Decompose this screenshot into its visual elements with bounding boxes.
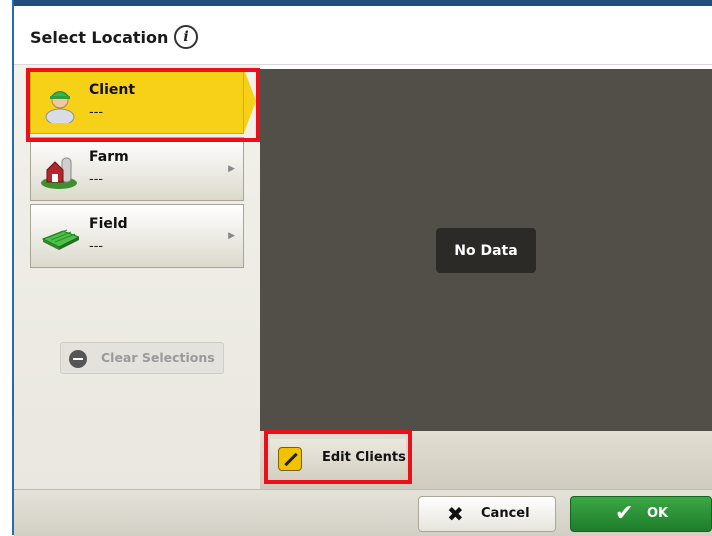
edit-clients-button[interactable]: Edit Clients — [270, 439, 406, 479]
nav-item-value: --- — [89, 172, 104, 187]
dialog-title: Select Location — [30, 28, 169, 47]
nav-item-field[interactable]: Field --- ▶ — [30, 204, 244, 268]
active-item-pointer — [244, 69, 256, 133]
pencil-icon — [278, 447, 302, 471]
info-icon[interactable]: i — [174, 25, 198, 49]
window-left-margin — [0, 0, 12, 535]
select-location-dialog: Select Location i Client --- Farm --- ▶ — [14, 6, 712, 536]
edit-toolbar: Edit Clients — [260, 431, 712, 489]
dialog-footer: ✖ Cancel ✔ OK — [14, 489, 712, 536]
clear-selections-label: Clear Selections — [101, 350, 215, 365]
chevron-right-icon: ▶ — [228, 231, 235, 241]
ok-button[interactable]: ✔ OK — [570, 496, 712, 532]
cancel-button[interactable]: ✖ Cancel — [418, 496, 556, 532]
location-nav-panel: Client --- Farm --- ▶ Field --- ▶ Clear … — [14, 65, 260, 489]
farm-barn-icon — [41, 157, 77, 189]
nav-item-label: Client — [89, 82, 136, 98]
close-icon: ✖ — [447, 502, 464, 526]
checkmark-icon: ✔ — [615, 501, 634, 526]
client-list-panel: No Data — [260, 69, 712, 431]
nav-item-client[interactable]: Client --- — [30, 70, 244, 134]
nav-item-value: --- — [89, 239, 104, 254]
edit-clients-label: Edit Clients — [322, 450, 406, 465]
nav-item-value: --- — [89, 105, 104, 120]
chevron-right-icon: ▶ — [228, 164, 235, 174]
clear-selections-button[interactable]: Clear Selections — [60, 342, 224, 374]
minus-circle-icon — [69, 350, 87, 368]
field-icon — [41, 229, 79, 250]
ok-label: OK — [647, 506, 669, 521]
no-data-message: No Data — [436, 228, 536, 273]
nav-item-farm[interactable]: Farm --- ▶ — [30, 137, 244, 201]
dialog-header: Select Location i — [14, 6, 712, 65]
cancel-label: Cancel — [481, 506, 530, 521]
nav-item-label: Farm — [89, 149, 129, 165]
nav-item-label: Field — [89, 216, 128, 232]
client-person-icon — [45, 91, 75, 123]
